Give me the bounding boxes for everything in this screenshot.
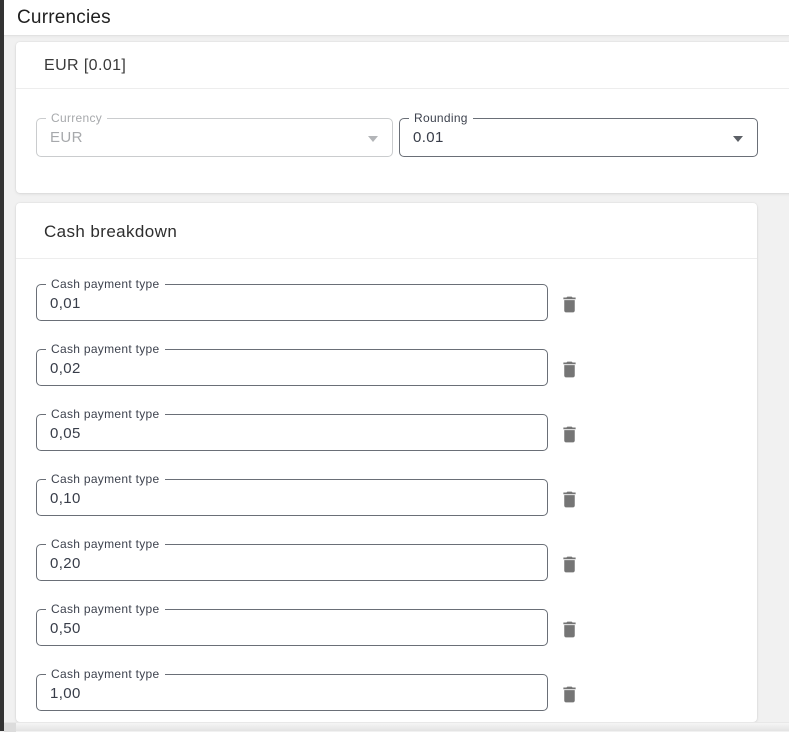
- cash-rows: Cash payment type Cash payment type Cash…: [16, 259, 757, 711]
- currency-select: Currency EUR: [36, 118, 393, 157]
- currency-card-heading: EUR [0.01]: [16, 42, 789, 89]
- cash-payment-input[interactable]: [37, 415, 547, 450]
- cash-payment-row: Cash payment type: [36, 414, 757, 451]
- cash-payment-row: Cash payment type: [36, 479, 757, 516]
- cash-payment-field[interactable]: Cash payment type: [36, 479, 548, 516]
- page-title: Currencies: [17, 0, 111, 35]
- page-header: Currencies: [4, 0, 789, 36]
- cash-payment-input[interactable]: [37, 545, 547, 580]
- delete-row-button[interactable]: [557, 552, 581, 576]
- cash-payment-row: Cash payment type: [36, 349, 757, 386]
- cash-payment-row: Cash payment type: [36, 609, 757, 646]
- delete-row-button[interactable]: [557, 487, 581, 511]
- cash-payment-input[interactable]: [37, 610, 547, 645]
- cash-payment-input[interactable]: [37, 675, 547, 710]
- chevron-down-icon: [368, 136, 378, 142]
- cash-payment-field[interactable]: Cash payment type: [36, 609, 548, 646]
- cash-payment-input[interactable]: [37, 350, 547, 385]
- cash-payment-row: Cash payment type: [36, 544, 757, 581]
- delete-row-button[interactable]: [557, 357, 581, 381]
- trash-icon: [559, 294, 580, 315]
- trash-icon: [559, 554, 580, 575]
- trash-icon: [559, 684, 580, 705]
- trash-icon: [559, 489, 580, 510]
- currency-select-label: Currency: [46, 111, 107, 125]
- delete-row-button[interactable]: [557, 422, 581, 446]
- delete-row-button[interactable]: [557, 617, 581, 641]
- cash-payment-field[interactable]: Cash payment type: [36, 544, 548, 581]
- chevron-down-icon[interactable]: [733, 136, 743, 142]
- trash-icon: [559, 424, 580, 445]
- horizontal-scrollbar[interactable]: [4, 722, 789, 731]
- rounding-select-label: Rounding: [409, 111, 473, 125]
- trash-icon: [559, 619, 580, 640]
- cash-payment-field[interactable]: Cash payment type: [36, 414, 548, 451]
- currency-fields-row: Currency EUR Rounding 0.01: [36, 118, 758, 157]
- trash-icon: [559, 359, 580, 380]
- cash-payment-field[interactable]: Cash payment type: [36, 349, 548, 386]
- sidebar-edge: [0, 0, 4, 731]
- delete-row-button[interactable]: [557, 292, 581, 316]
- cash-breakdown-heading: Cash breakdown: [16, 203, 757, 259]
- delete-row-button[interactable]: [557, 682, 581, 706]
- currency-settings-card: EUR [0.01] Currency EUR Rounding 0.01: [16, 42, 789, 193]
- rounding-select[interactable]: Rounding 0.01: [399, 118, 758, 157]
- cash-payment-input[interactable]: [37, 285, 547, 320]
- cash-payment-field[interactable]: Cash payment type: [36, 284, 548, 321]
- cash-payment-row: Cash payment type: [36, 284, 757, 321]
- cash-payment-field[interactable]: Cash payment type: [36, 674, 548, 711]
- cash-payment-input[interactable]: [37, 480, 547, 515]
- cash-breakdown-card: Cash breakdown Cash payment type Cash pa…: [16, 203, 757, 722]
- cash-payment-row: Cash payment type: [36, 674, 757, 711]
